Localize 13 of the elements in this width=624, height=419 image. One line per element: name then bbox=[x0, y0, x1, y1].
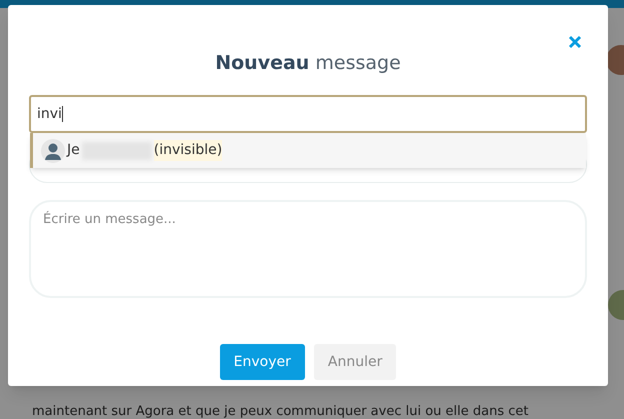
contact-name: Je bbox=[67, 141, 80, 160]
user-icon bbox=[41, 138, 65, 162]
dialog-title: Nouveau message bbox=[214, 51, 402, 76]
cancel-button[interactable]: Annuler bbox=[314, 344, 396, 380]
recipient-field[interactable]: invi bbox=[29, 95, 587, 133]
close-button[interactable] bbox=[566, 33, 584, 51]
send-button[interactable]: Envoyer bbox=[220, 344, 305, 380]
close-icon bbox=[568, 35, 582, 49]
recipient-value: invi bbox=[37, 104, 62, 124]
contact-status: (invisible) bbox=[154, 140, 222, 161]
post-text: maintenant sur Agora et que je peux communiquer avec lui ou elle dans cet bbox=[32, 403, 528, 419]
message-field[interactable]: Écrire un message... bbox=[29, 200, 587, 298]
suggestion-item[interactable]: Je (invisible) bbox=[30, 133, 586, 168]
